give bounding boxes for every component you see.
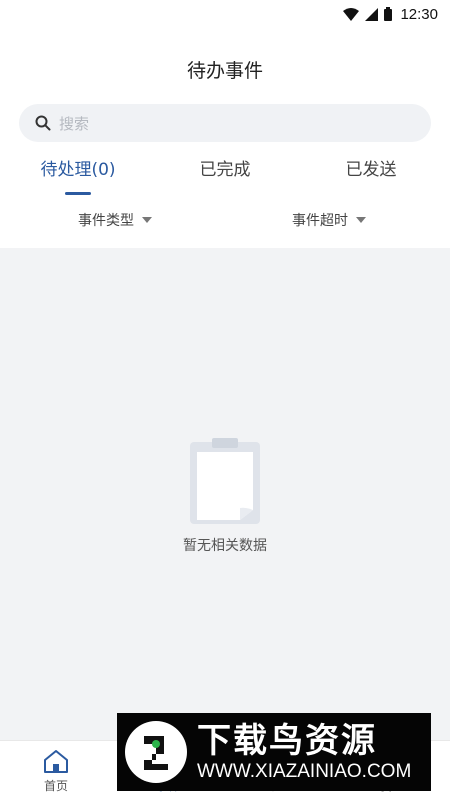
watermark-url: WWW.XIAZAINIAO.COM <box>197 761 412 782</box>
filter-event-timeout[interactable]: 事件超时 <box>292 210 366 230</box>
status-bar: 12:30 <box>0 0 450 28</box>
home-icon <box>44 750 68 773</box>
filter-event-timeout-label: 事件超时 <box>292 213 348 229</box>
cell-signal-icon <box>365 7 379 21</box>
caret-down-icon <box>142 217 152 223</box>
page-title: 待办事件 <box>186 60 263 82</box>
tab-sent[interactable]: 已发送 <box>296 155 446 180</box>
search-input[interactable]: 搜索 <box>19 104 431 142</box>
battery-icon <box>384 7 393 21</box>
caret-down-icon <box>356 217 366 223</box>
watermark-banner: 下载鸟资源 WWW.XIAZAINIAO.COM <box>117 713 431 791</box>
filter-bar: 事件类型 事件超时 <box>0 210 450 234</box>
nav-home[interactable]: 首页 <box>0 749 112 794</box>
event-list-area: 暂无相关数据 <box>0 248 450 740</box>
tab-pending[interactable]: 待处理(0) <box>3 155 153 180</box>
nav-home-label: 首页 <box>43 779 68 793</box>
empty-state-message: 暂无相关数据 <box>183 538 267 554</box>
watermark-title: 下载鸟资源 <box>197 721 377 761</box>
clipboard-icon <box>190 438 260 528</box>
tab-bar: 待处理(0) 已完成 已发送 <box>0 155 450 195</box>
filter-event-type[interactable]: 事件类型 <box>78 210 152 230</box>
status-time: 12:30 <box>400 5 438 23</box>
tab-completed[interactable]: 已完成 <box>150 155 300 180</box>
filter-event-type-label: 事件类型 <box>78 213 134 229</box>
tab-active-indicator <box>65 192 91 195</box>
wifi-icon <box>343 7 360 21</box>
search-placeholder: 搜索 <box>59 114 90 133</box>
watermark-logo <box>125 721 187 783</box>
search-icon <box>35 115 51 131</box>
